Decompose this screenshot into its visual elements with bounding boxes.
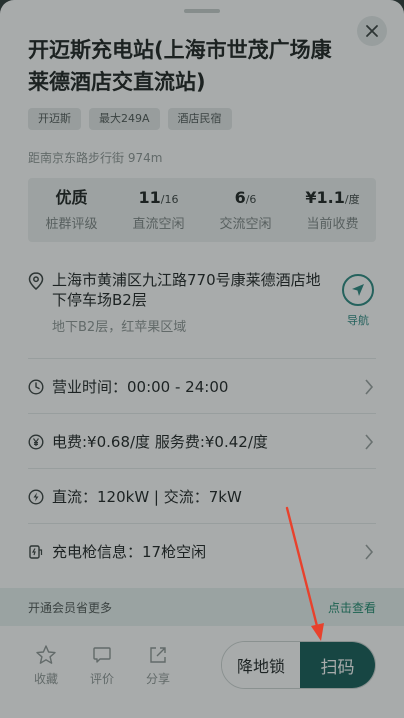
station-tags: 开迈斯 最大249A 酒店民宿 (28, 108, 232, 130)
tag-category: 酒店民宿 (167, 108, 232, 130)
address-text: 上海市黄浦区九江路770号康莱德酒店地下停车场B2层 (52, 271, 321, 309)
promo-text: 开通会员省更多 (28, 600, 113, 615)
stat-label: 直流空闲 (132, 217, 185, 232)
stat-value: 6 (234, 188, 246, 207)
address-sub-text: 地下B2层，红苹果区域 (52, 320, 187, 335)
opening-hours-row[interactable]: 营业时间：00:00 - 24:00 (28, 358, 376, 414)
stat-dc-free: 11/16 直流空闲 (115, 178, 202, 242)
tag-brand: 开迈斯 (28, 108, 81, 130)
stat-rating: 优质 桩群评级 (28, 178, 115, 242)
charger-info-text: 充电枪信息：17枪空闲 (52, 543, 207, 561)
pricing-text: 电费:¥0.68/度 服务费:¥0.42/度 (52, 433, 268, 451)
lightning-icon (28, 488, 44, 505)
opening-hours-text: 营业时间：00:00 - 24:00 (52, 378, 229, 396)
tag-max-current: 最大249A (89, 108, 160, 130)
power-text: 直流：120kW | 交流：7kW (52, 488, 242, 506)
clock-icon (28, 378, 44, 395)
stat-suffix: /度 (344, 193, 360, 206)
chevron-right-icon (362, 377, 376, 397)
share-label: 分享 (145, 672, 170, 686)
stat-label: 当前收费 (306, 217, 359, 232)
review-label: 评价 (89, 672, 114, 686)
navigation-arrow-icon (352, 284, 364, 296)
charger-icon (28, 544, 44, 560)
favorite-label: 收藏 (33, 672, 58, 686)
chevron-right-icon (362, 432, 376, 452)
drag-handle[interactable] (184, 9, 220, 13)
close-icon (366, 25, 378, 37)
station-detail-sheet: 开迈斯充电站(上海市世茂广场康莱德酒店交直流站) 开迈斯 最大249A 酒店民宿… (0, 0, 404, 718)
stat-label: 交流空闲 (219, 217, 272, 232)
stat-suffix: /6 (245, 193, 257, 206)
navigate-label: 导航 (347, 314, 369, 327)
power-row: 直流：120kW | 交流：7kW (28, 468, 376, 524)
review-button[interactable]: 评价 (84, 644, 120, 687)
membership-promo-banner: 开通会员省更多 点击查看 (0, 588, 404, 626)
favorite-button[interactable]: 收藏 (28, 644, 64, 687)
primary-button-group: 降地锁 扫码 (221, 641, 376, 689)
distance-text: 距南京东路步行街 974m (28, 151, 163, 165)
station-title: 开迈斯充电站(上海市世茂广场康莱德酒店交直流站) (28, 38, 332, 94)
location-pin-icon (28, 272, 44, 294)
share-icon (150, 647, 166, 663)
close-button[interactable] (357, 16, 387, 46)
share-button[interactable]: 分享 (140, 644, 176, 687)
pricing-row[interactable]: 电费:¥0.68/度 服务费:¥0.42/度 (28, 413, 376, 469)
star-icon (36, 645, 56, 664)
navigate-button[interactable]: 导航 (340, 274, 376, 334)
yen-icon (28, 433, 44, 450)
stat-price: ¥1.1/度 当前收费 (289, 178, 376, 242)
stat-suffix: /16 (160, 193, 179, 206)
comment-icon (93, 647, 111, 663)
scan-button[interactable]: 扫码 (300, 642, 375, 688)
address-block[interactable]: 上海市黄浦区九江路770号康莱德酒店地下停车场B2层 地下B2层，红苹果区域 导… (28, 270, 376, 340)
secondary-actions: 收藏 评价 分享 (28, 644, 176, 687)
lower-lock-button[interactable]: 降地锁 (222, 642, 300, 688)
stat-value: ¥1.1 (305, 188, 345, 207)
chevron-right-icon (362, 542, 376, 562)
stat-value: 优质 (55, 188, 88, 207)
charger-info-row[interactable]: 充电枪信息：17枪空闲 (28, 523, 376, 579)
stats-panel: 优质 桩群评级 11/16 直流空闲 6/6 交流空闲 ¥1.1/度 当前收费 (28, 178, 376, 242)
stat-value: 11 (138, 188, 161, 207)
stat-label: 桩群评级 (45, 217, 98, 232)
bottom-action-bar: 收藏 评价 分享 降地锁 扫码 (0, 626, 404, 718)
stat-ac-free: 6/6 交流空闲 (202, 178, 289, 242)
promo-link[interactable]: 点击查看 (328, 599, 376, 616)
